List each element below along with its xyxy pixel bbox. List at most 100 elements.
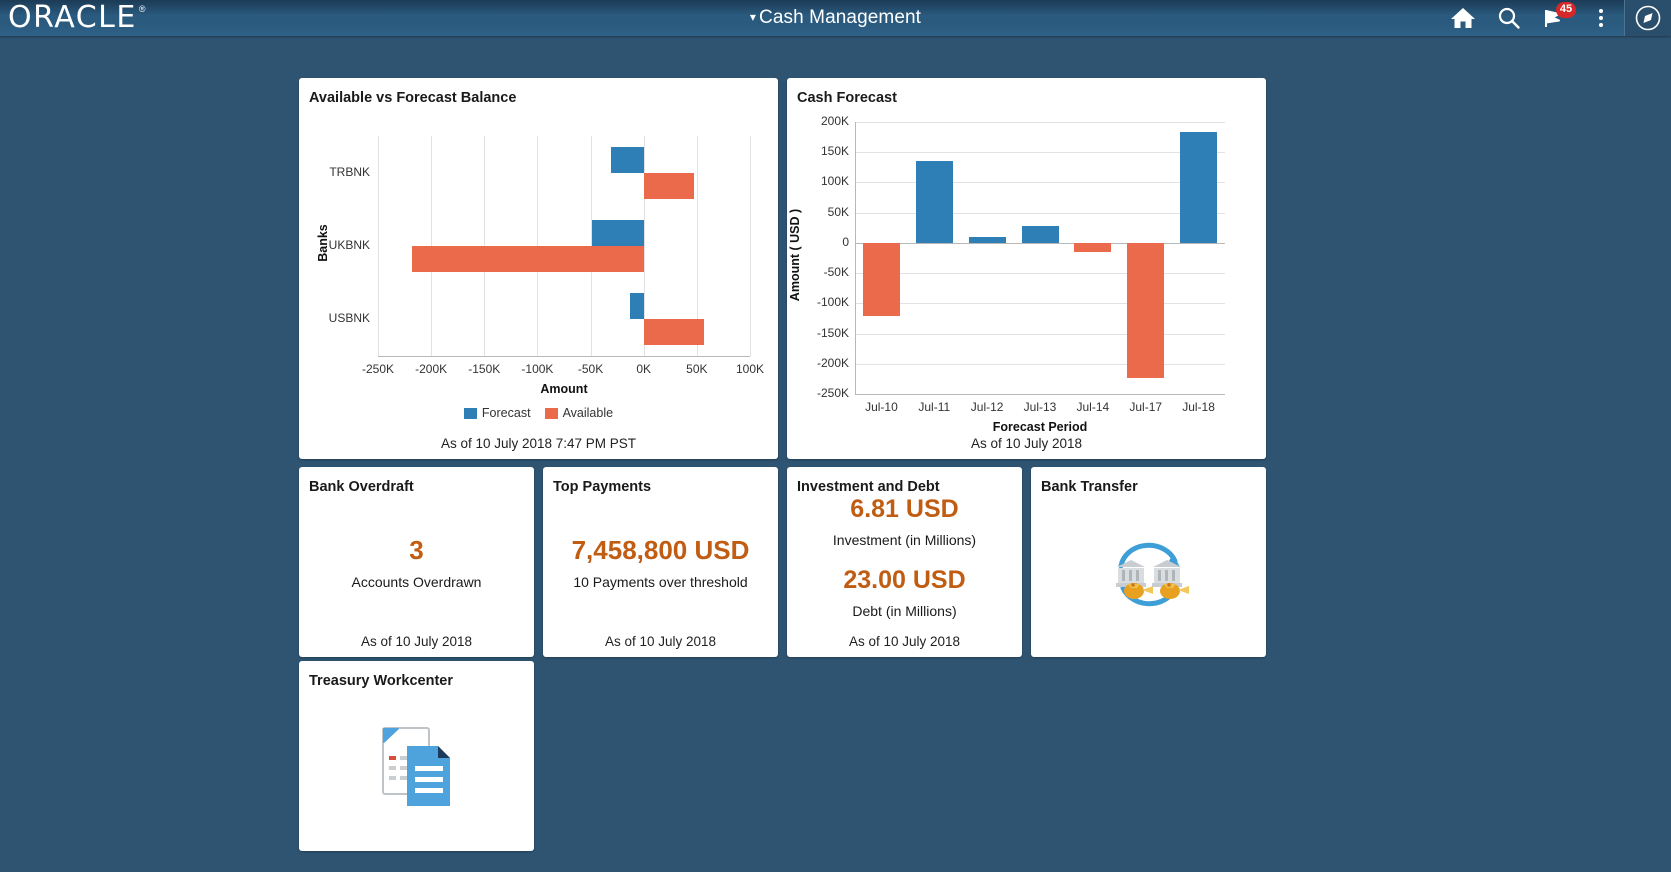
kpi-value: 7,458,800 USD	[571, 535, 750, 566]
kpi-debt: 23.00 USD Debt (in Millions)	[843, 566, 965, 619]
bar-available-trbnk[interactable]	[643, 172, 694, 199]
x-axis-line	[855, 394, 1225, 395]
x-tick-label: -50K	[577, 362, 604, 376]
navigator-compass-icon[interactable]	[1624, 0, 1671, 36]
y-gridline	[855, 212, 1225, 214]
tile-as-of-text: As of 10 July 2018	[604, 634, 717, 649]
x-axis-title: Amount	[540, 382, 588, 396]
search-icon[interactable]	[1486, 0, 1532, 36]
bar-jul-18[interactable]	[1180, 132, 1218, 243]
dashboard: Available vs Forecast Balance -250K -200K…	[0, 36, 1671, 872]
tile-as-of-text: As of 10 July 2018 7:47 PM PST	[440, 436, 637, 451]
bar-jul-12[interactable]	[968, 237, 1006, 243]
y-gridline	[855, 182, 1225, 184]
actions-menu-icon[interactable]	[1578, 0, 1624, 36]
legend-swatch	[544, 407, 558, 419]
y-gridline	[855, 273, 1225, 275]
tile-bank-transfer[interactable]: Bank Transfer	[1031, 467, 1266, 657]
tile-icon-area	[299, 695, 534, 841]
y-tick-label: 150K	[820, 144, 849, 159]
tile-title: Investment and Debt	[797, 479, 940, 495]
notification-badge: 45	[1556, 2, 1576, 18]
x-tick-label: 100K	[735, 362, 765, 376]
oracle-logo-text: ORACLE	[8, 0, 137, 35]
x-axis-line	[378, 356, 750, 357]
x-tick-label: -100K	[521, 362, 554, 376]
bar-available-ukbnk[interactable]	[412, 246, 644, 272]
tile-as-of-text: As of 10 July 2018	[848, 634, 961, 649]
page-title-text: Cash Management	[759, 7, 922, 28]
tile-title: Treasury Workcenter	[309, 673, 453, 689]
oracle-logo-registered-mark: ®	[138, 4, 146, 14]
bar-jul-13[interactable]	[1021, 225, 1059, 243]
kpi-label: Investment (in Millions)	[832, 531, 977, 548]
kpi-accounts-overdrawn: 3 Accounts Overdrawn	[351, 535, 482, 590]
kpi-label: Accounts Overdrawn	[351, 573, 482, 590]
legend-item[interactable]: Available	[544, 406, 614, 420]
y-gridline	[855, 333, 1225, 335]
bar-available-usbnk[interactable]	[643, 319, 705, 346]
legend-swatch	[463, 407, 477, 419]
notifications-flag-icon[interactable]: 45	[1532, 0, 1578, 36]
kpi-label: 10 Payments over threshold	[573, 573, 748, 590]
bank-transfer-icon	[1115, 542, 1189, 607]
app-header: ORACLE ® ▾ Cash Management 45	[0, 0, 1671, 36]
bar-jul-11[interactable]	[915, 160, 953, 243]
tile-title: Cash Forecast	[797, 90, 897, 106]
tile-bank-overdraft[interactable]: Bank Overdraft 3 Accounts Overdrawn As o…	[299, 467, 534, 657]
tile-investment-and-debt[interactable]: Investment and Debt 6.81 USD Investment …	[787, 467, 1022, 657]
x-tick-label: Jul-12	[970, 400, 1004, 414]
x-tick-label: -150K	[468, 362, 501, 376]
x-tick-label: Jul-11	[918, 400, 951, 414]
tile-as-of-text: As of 10 July 2018	[360, 634, 473, 649]
x-tick-label: Jul-18	[1182, 400, 1215, 414]
tile-cash-forecast[interactable]: Cash Forecast 200K 150K 100K 50K 0 -50K -100K -…	[787, 78, 1266, 459]
y-axis-title: Amount ( USD )	[788, 208, 802, 302]
documents-icon	[381, 727, 450, 806]
x-gridline	[378, 136, 379, 356]
x-tick-label: 0K	[636, 362, 652, 376]
x-tick-label: Jul-13	[1023, 400, 1057, 414]
y-tick-label: -250K	[816, 386, 849, 400]
x-gridline	[750, 136, 751, 356]
page-title: ▾ Cash Management	[0, 7, 1671, 29]
y-gridline	[855, 152, 1225, 154]
bar-jul-17[interactable]	[1127, 242, 1165, 378]
tile-title: Bank Overdraft	[309, 479, 414, 495]
bar-jul-14[interactable]	[1074, 242, 1112, 252]
kpi-label: Debt (in Millions)	[852, 602, 957, 619]
y-axis-title: Banks	[316, 224, 330, 262]
chart-legend: Forecast Available	[299, 406, 778, 420]
kpi-top-payments: 7,458,800 USD 10 Payments over threshold	[571, 535, 750, 590]
legend-label: Available	[562, 406, 614, 420]
kpi-content: 6.81 USD Investment (in Millions) 23.00 …	[787, 495, 1022, 627]
x-tick-label: 50K	[686, 362, 708, 376]
tile-available-vs-forecast-balance[interactable]: Available vs Forecast Balance -250K -200K…	[299, 78, 778, 459]
kpi-value: 3	[409, 535, 424, 566]
x-tick-label: Jul-14	[1076, 400, 1110, 414]
kpi-investment: 6.81 USD Investment (in Millions)	[833, 495, 976, 548]
legend-item[interactable]: Forecast	[463, 406, 531, 420]
y-tick-label: -200K	[816, 355, 849, 370]
chevron-down-icon: ▾	[749, 10, 757, 24]
tile-as-of-text: As of 10 July 2018	[970, 436, 1083, 451]
bar-forecast-ukbnk[interactable]	[591, 220, 644, 246]
bar-forecast-trbnk[interactable]	[610, 146, 644, 173]
y-gridline	[855, 303, 1225, 305]
oracle-logo[interactable]: ORACLE ®	[8, 3, 146, 33]
x-axis-title: Forecast Period	[992, 420, 1088, 434]
bar-jul-10[interactable]	[862, 242, 900, 316]
tile-treasury-workcenter[interactable]: Treasury Workcenter	[299, 661, 534, 851]
y-gridline	[855, 242, 1225, 244]
bar-forecast-usbnk[interactable]	[629, 293, 644, 320]
kpi-content: 3 Accounts Overdrawn	[299, 503, 534, 623]
home-icon[interactable]	[1440, 0, 1486, 36]
tile-top-payments[interactable]: Top Payments 7,458,800 USD 10 Payments o…	[543, 467, 778, 657]
x-tick-label: Jul-10	[865, 400, 898, 414]
tile-title: Top Payments	[553, 479, 652, 495]
x-tick-label: Jul-17	[1129, 400, 1163, 414]
chart-available-vs-forecast[interactable]: -250K -200K -150K -100K -50K 0K 50K 100K TRBNK UK…	[299, 106, 778, 459]
chart-cash-forecast[interactable]: 200K 150K 100K 50K 0 -50K -100K -150K -200K -250K…	[787, 106, 1266, 459]
tile-title: Bank Transfer	[1041, 479, 1138, 495]
header-actions: 45	[1440, 0, 1671, 36]
